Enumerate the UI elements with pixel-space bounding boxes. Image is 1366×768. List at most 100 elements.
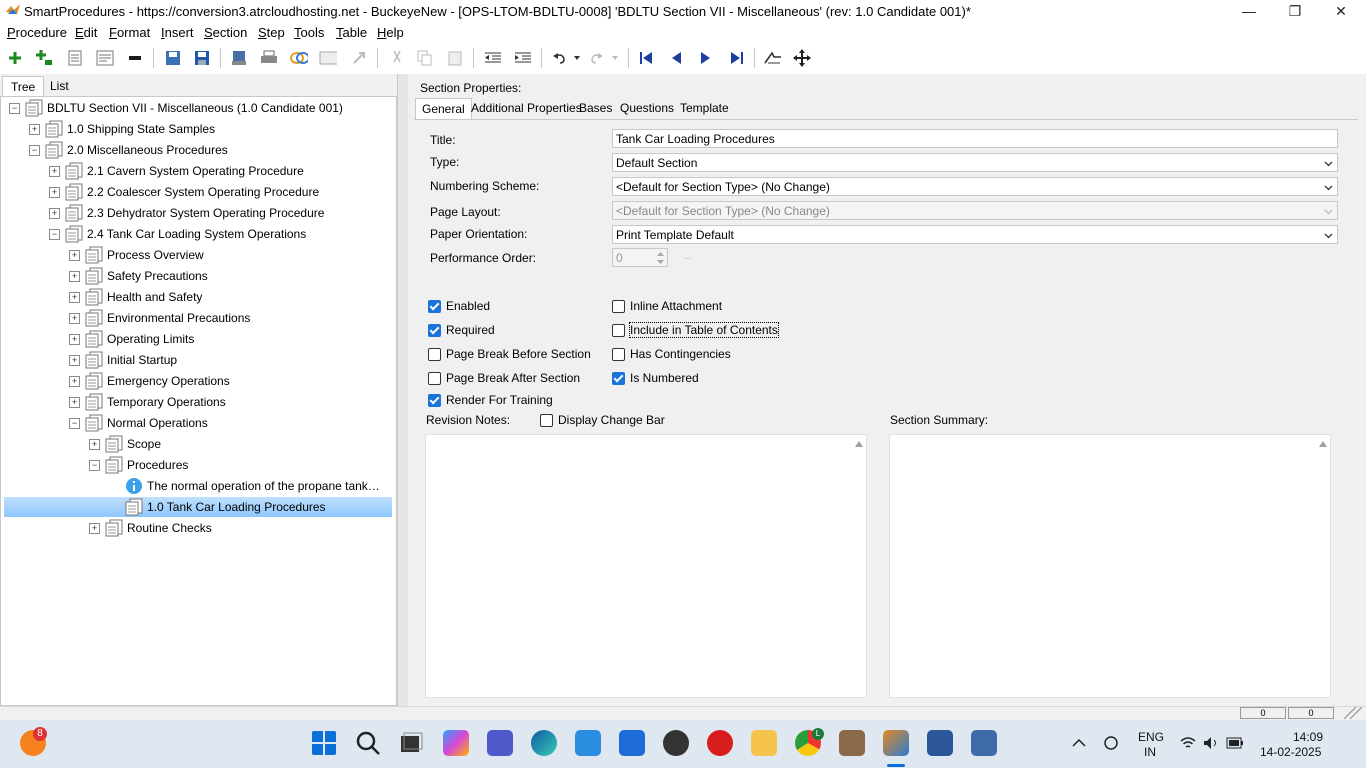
expand-icon[interactable]: + (69, 355, 80, 366)
paper-orientation-select[interactable]: Print Template Default (612, 225, 1338, 244)
expand-icon[interactable]: + (49, 166, 60, 177)
expand-icon[interactable]: + (29, 124, 40, 135)
battery-icon[interactable] (1226, 737, 1244, 749)
edge-icon[interactable] (531, 730, 557, 756)
expand-icon[interactable]: + (69, 292, 80, 303)
add-child-icon[interactable] (35, 49, 53, 67)
expand-icon[interactable]: + (69, 313, 80, 324)
store-icon[interactable] (575, 730, 601, 756)
collapse-icon[interactable]: − (69, 418, 80, 429)
tree-node[interactable]: + Safety Precautions (1, 266, 391, 286)
tree-node[interactable]: The normal operation of the propane tank… (1, 476, 391, 496)
menu-tools[interactable]: Tools (294, 25, 324, 40)
search-icon[interactable] (355, 730, 381, 756)
menu-table[interactable]: Table (336, 25, 367, 40)
expand-icon[interactable]: + (69, 397, 80, 408)
remote-app-icon[interactable] (839, 730, 865, 756)
expand-icon[interactable]: + (69, 271, 80, 282)
tree-node[interactable]: + Operating Limits (1, 329, 391, 349)
tab-questions[interactable]: Questions (614, 98, 680, 118)
save-all-icon[interactable] (164, 49, 182, 67)
tab-general[interactable]: General (415, 98, 472, 119)
clock-date[interactable]: 14-02-2025 (1260, 745, 1321, 759)
resize-grip-icon[interactable] (1340, 707, 1364, 719)
expand-icon[interactable]: + (69, 334, 80, 345)
close-button[interactable]: ✕ (1318, 0, 1364, 22)
indent-icon[interactable] (514, 49, 532, 67)
menu-section[interactable]: Section (204, 25, 247, 40)
tree-node[interactable]: + Environmental Precautions (1, 308, 391, 328)
windows-start-icon[interactable] (311, 730, 337, 756)
undo-icon[interactable] (550, 49, 568, 67)
tab-list[interactable]: List (42, 76, 77, 96)
find-icon[interactable] (764, 49, 782, 67)
tree-node[interactable]: − 2.0 Miscellaneous Procedures (1, 140, 391, 160)
tree-node[interactable]: + Health and Safety (1, 287, 391, 307)
link-icon[interactable] (290, 49, 308, 67)
section-summary-textarea[interactable] (889, 434, 1331, 698)
volume-icon[interactable] (1203, 736, 1219, 750)
save-icon[interactable] (193, 49, 211, 67)
expand-icon[interactable]: + (89, 439, 100, 450)
type-select[interactable]: Default Section (612, 153, 1338, 172)
tree-node[interactable]: +1.0 Shipping State Samples (1, 119, 391, 139)
tree-node[interactable]: +2.1 Cavern System Operating Procedure (1, 161, 391, 181)
menu-insert[interactable]: Insert (161, 25, 194, 40)
tab-template[interactable]: Template (674, 98, 735, 118)
menu-edit[interactable]: Edit (75, 25, 97, 40)
tree-node[interactable]: + Initial Startup (1, 350, 391, 370)
file-explorer-icon[interactable] (751, 730, 777, 756)
outdent-icon[interactable] (484, 49, 502, 67)
tree-node[interactable]: + Temporary Operations (1, 392, 391, 412)
template-icon[interactable] (319, 49, 337, 67)
outline-icon[interactable] (96, 49, 114, 67)
tree-node[interactable]: − Normal Operations (1, 413, 391, 433)
tree-node[interactable]: + Routine Checks (1, 518, 391, 538)
collapse-icon[interactable]: − (49, 229, 60, 240)
title-input[interactable]: Tank Car Loading Procedures (612, 129, 1338, 148)
expand-icon[interactable]: + (69, 376, 80, 387)
sync-icon[interactable] (1102, 735, 1120, 751)
menu-procedure[interactable]: Procedure (7, 25, 67, 40)
menu-step[interactable]: Step (258, 25, 285, 40)
expand-icon[interactable]: + (49, 187, 60, 198)
power-automate-icon[interactable] (619, 730, 645, 756)
expand-icon[interactable]: + (89, 523, 100, 534)
expand-icon[interactable]: + (49, 208, 60, 219)
remove-icon[interactable] (126, 49, 144, 67)
region-indicator[interactable]: IN (1144, 745, 1156, 759)
menu-format[interactable]: Format (109, 25, 150, 40)
smartprocedures-taskbar-icon[interactable] (883, 730, 909, 756)
tree-node[interactable]: + Scope (1, 434, 391, 454)
tree-node[interactable]: +2.2 Coalescer System Operating Procedur… (1, 182, 391, 202)
first-icon[interactable] (637, 49, 655, 67)
tab-tree[interactable]: Tree (2, 76, 45, 97)
tab-bases[interactable]: Bases (573, 98, 618, 118)
minimize-button[interactable]: — (1226, 0, 1272, 22)
expand-icon[interactable]: + (69, 250, 80, 261)
move-icon[interactable] (793, 49, 811, 67)
procedure-tree[interactable]: − BDLTU Section VII - Miscellaneous (1.0 … (0, 96, 397, 706)
tab-additional-properties[interactable]: Additional Properties (465, 98, 588, 118)
tree-node[interactable]: − BDLTU Section VII - Miscellaneous (1.0 … (1, 98, 391, 118)
scrollbar[interactable] (852, 435, 866, 697)
dell-icon[interactable] (663, 730, 689, 756)
tree-node[interactable]: − 2.4 Tank Car Loading System Operations (1, 224, 391, 244)
scroll-up-icon[interactable] (1319, 441, 1327, 447)
opera-icon[interactable] (707, 730, 733, 756)
previous-icon[interactable] (667, 49, 685, 67)
wifi-icon[interactable] (1180, 736, 1196, 750)
tree-node[interactable]: 1.0 Tank Car Loading Procedures (4, 497, 392, 517)
teams-icon[interactable] (487, 730, 513, 756)
print-icon[interactable] (260, 49, 278, 67)
word-icon[interactable] (927, 730, 953, 756)
maximize-button[interactable]: ❐ (1272, 0, 1318, 22)
tree-node[interactable]: + Emergency Operations (1, 371, 391, 391)
app-window-icon[interactable] (971, 730, 997, 756)
publish-icon[interactable] (230, 49, 248, 67)
clock-time[interactable]: 14:09 (1293, 730, 1323, 744)
collapse-icon[interactable]: − (89, 460, 100, 471)
collapse-icon[interactable]: − (9, 103, 20, 114)
language-indicator[interactable]: ENG (1138, 730, 1164, 744)
tree-node[interactable]: +2.3 Dehydrator System Operating Procedu… (1, 203, 391, 223)
